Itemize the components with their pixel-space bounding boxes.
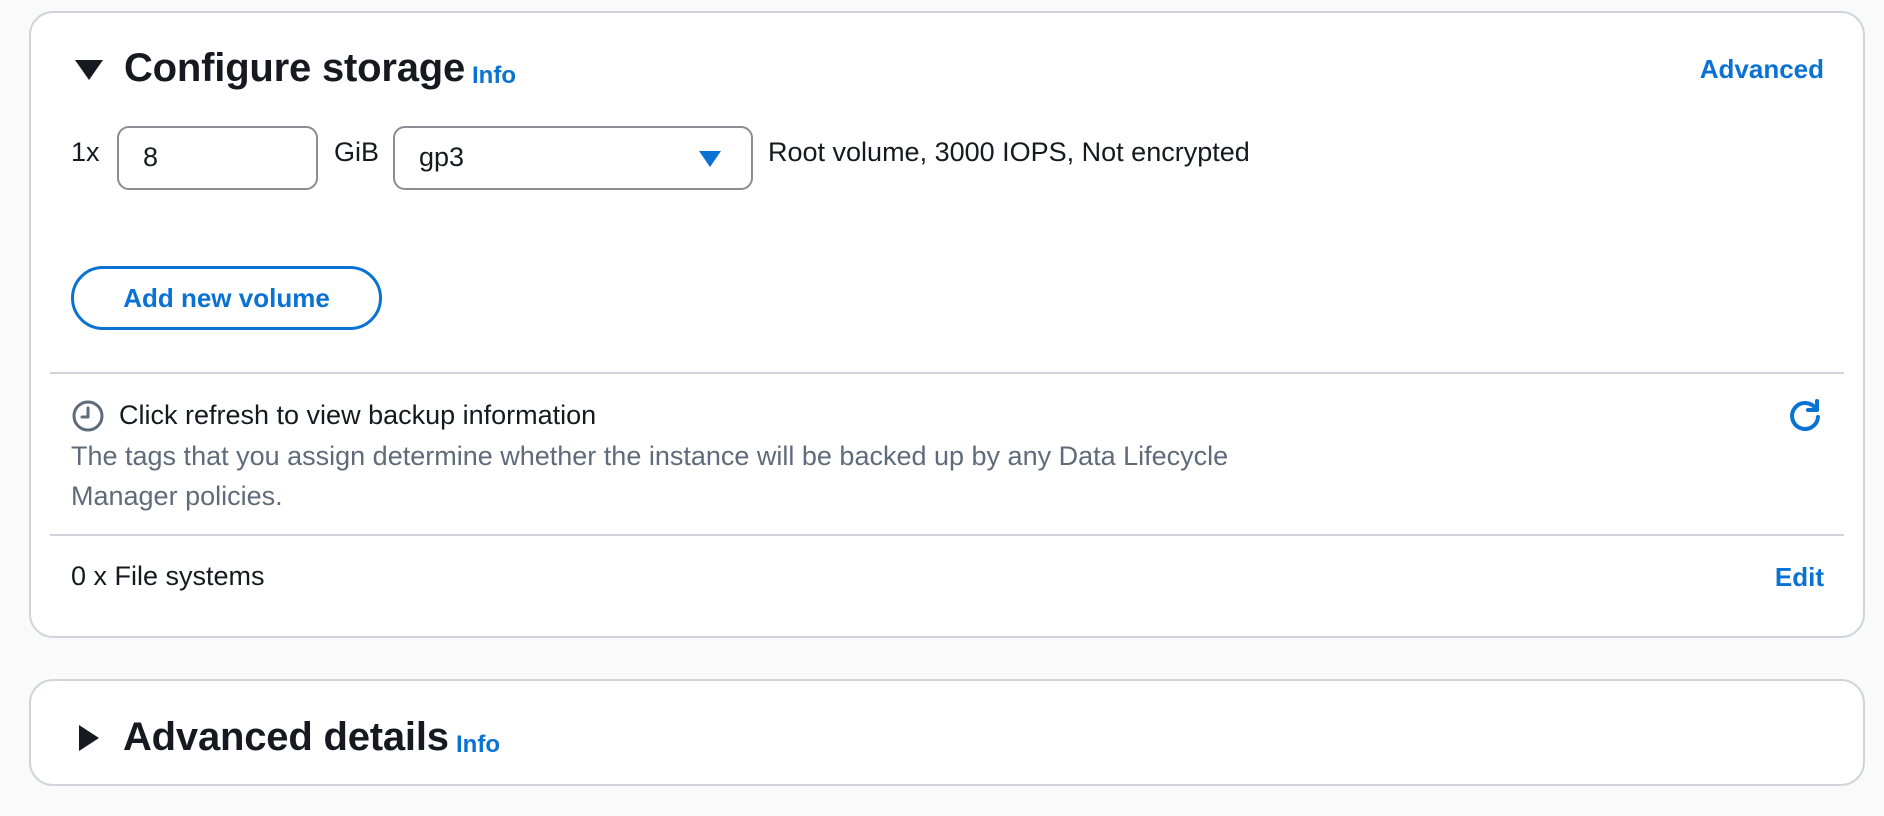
backup-description: The tags that you assign determine wheth… [71,441,1229,511]
advanced-link[interactable]: Advanced [1700,54,1824,85]
backup-title: Click refresh to view backup information [119,400,597,430]
volume-type-select[interactable]: gp3 [393,126,753,190]
volume-unit-label: GiB [334,137,380,167]
volume-type-value: gp3 [419,142,465,172]
clock-icon [72,400,104,432]
volume-summary: Root volume, 3000 IOPS, Not encrypted [768,137,1250,167]
info-link[interactable]: Info [472,62,516,90]
volume-count-label: 1x [71,137,100,167]
volume-size-input[interactable]: 8 [117,126,318,190]
info-link[interactable]: Info [456,731,500,759]
divider [50,372,1844,374]
refresh-icon[interactable] [1786,397,1824,435]
configure-storage-panel: Configure storage Info Advanced 1x 8 GiB… [29,11,1865,638]
file-systems-label: 0 x File systems [71,561,265,591]
divider [50,534,1844,536]
advanced-details-panel[interactable]: Advanced details Info [29,679,1865,786]
caret-down-icon[interactable] [75,60,103,80]
edit-link[interactable]: Edit [1775,562,1824,593]
caret-down-icon [699,151,721,167]
section-title: Configure storage [124,46,466,90]
caret-right-icon[interactable] [79,725,99,751]
section-title: Advanced details [123,715,449,759]
add-new-volume-button[interactable]: Add new volume [71,266,382,330]
